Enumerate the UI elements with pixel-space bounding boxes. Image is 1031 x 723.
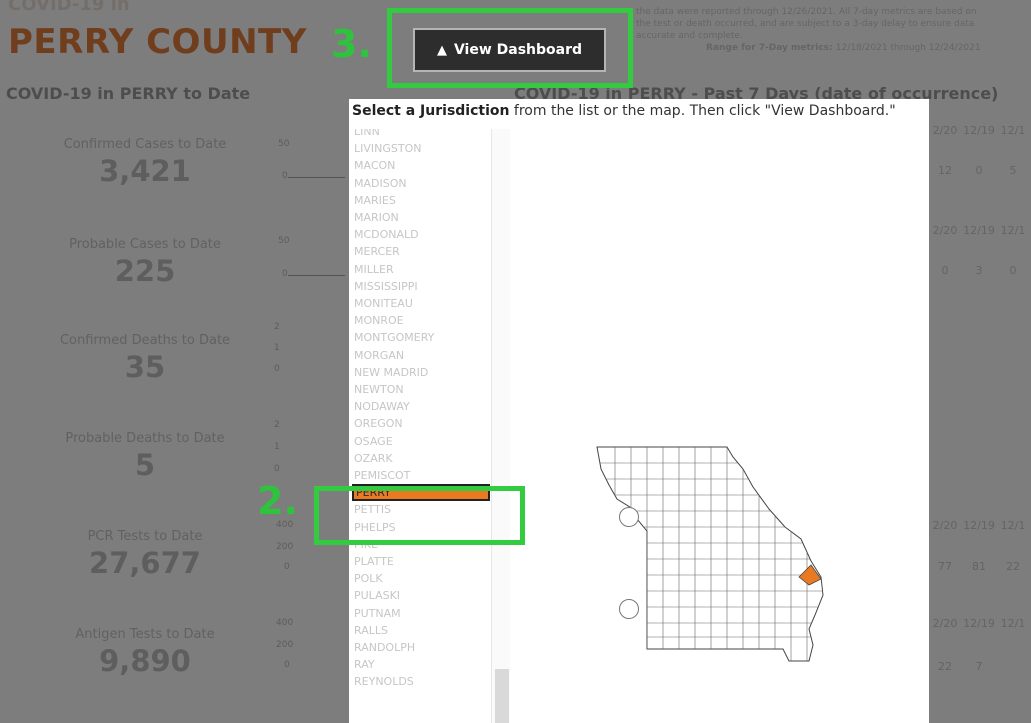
jurisdiction-popup: Select a Jurisdiction from the list or t…: [349, 99, 929, 723]
missouri-map[interactable]: [577, 439, 847, 669]
popup-instruction: Select a Jurisdiction from the list or t…: [352, 103, 896, 119]
jurisdiction-item[interactable]: MCDONALD: [352, 226, 490, 243]
jurisdiction-item[interactable]: PEMISCOT: [352, 467, 490, 484]
map-zoom-control-top[interactable]: [619, 507, 639, 527]
jurisdiction-item[interactable]: MONROE: [352, 312, 490, 329]
jurisdiction-item[interactable]: REYNOLDS: [352, 673, 490, 690]
view-dashboard-label: View Dashboard: [453, 42, 583, 58]
jurisdiction-item[interactable]: MORGAN: [352, 347, 490, 364]
missouri-county-map[interactable]: [577, 439, 847, 669]
jurisdiction-list-scrollbar[interactable]: [491, 129, 510, 723]
jurisdiction-item[interactable]: PULASKI: [352, 587, 490, 604]
jurisdiction-item[interactable]: MARIES: [352, 192, 490, 209]
jurisdiction-item[interactable]: PUTNAM: [352, 605, 490, 622]
jurisdiction-list[interactable]: LINN LIVINGSTON MACON MADISON MARIES MARION MC…: [349, 129, 509, 723]
jurisdiction-item[interactable]: RALLS: [352, 622, 490, 639]
jurisdiction-item[interactable]: NEW MADRID: [352, 364, 490, 381]
jurisdiction-item[interactable]: LINN: [352, 129, 490, 140]
view-dashboard-button[interactable]: ▲ View Dashboard: [413, 28, 606, 72]
jurisdiction-item[interactable]: OSAGE: [352, 433, 490, 450]
jurisdiction-item[interactable]: MARION: [352, 209, 490, 226]
jurisdiction-item[interactable]: LIVINGSTON: [352, 140, 490, 157]
jurisdiction-item[interactable]: OZARK: [352, 450, 490, 467]
jurisdiction-item[interactable]: MADISON: [352, 175, 490, 192]
scrollbar-thumb[interactable]: [495, 669, 509, 723]
annotation-box-step-2: [314, 486, 525, 545]
annotation-step-3: 3.: [331, 22, 372, 66]
jurisdiction-item[interactable]: POLK: [352, 570, 490, 587]
up-triangle-icon: ▲: [436, 42, 447, 58]
jurisdiction-item[interactable]: MACON: [352, 157, 490, 174]
map-zoom-control-bottom[interactable]: [619, 599, 639, 619]
jurisdiction-item[interactable]: RAY: [352, 656, 490, 673]
annotation-step-2: 2.: [257, 479, 298, 523]
jurisdiction-item[interactable]: MERCER: [352, 243, 490, 260]
jurisdiction-item[interactable]: PLATTE: [352, 553, 490, 570]
jurisdiction-item[interactable]: RANDOLPH: [352, 639, 490, 656]
jurisdiction-item[interactable]: OREGON: [352, 415, 490, 432]
jurisdiction-item[interactable]: MONITEAU: [352, 295, 490, 312]
jurisdiction-item[interactable]: MONTGOMERY: [352, 329, 490, 346]
jurisdiction-item[interactable]: MILLER: [352, 261, 490, 278]
jurisdiction-item[interactable]: NEWTON: [352, 381, 490, 398]
jurisdiction-item[interactable]: MISSISSIPPI: [352, 278, 490, 295]
jurisdiction-item[interactable]: NODAWAY: [352, 398, 490, 415]
